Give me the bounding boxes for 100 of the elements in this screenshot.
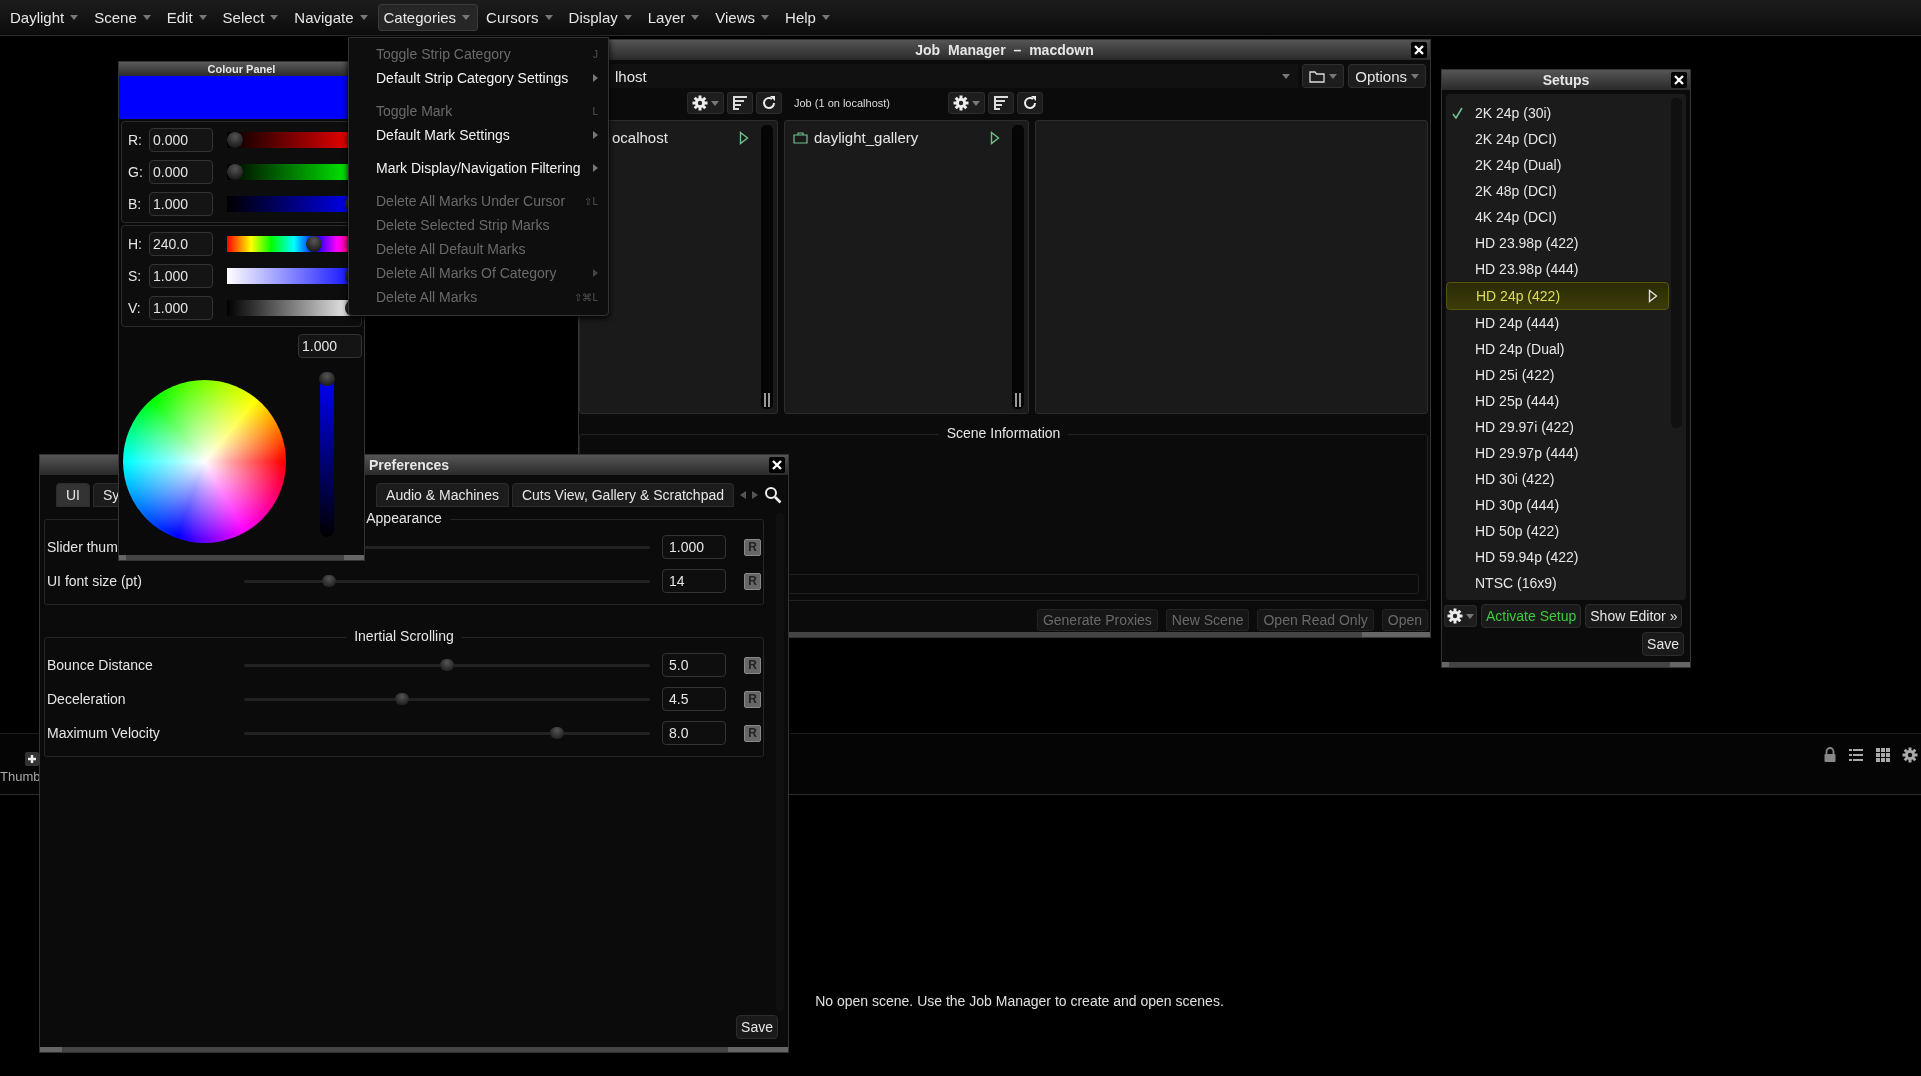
setup-item[interactable]: 4K 24p (DCI) [1446, 204, 1669, 230]
tab[interactable]: UI [56, 483, 90, 507]
value-field[interactable]: 0.000 [149, 160, 213, 184]
slider-knob[interactable] [395, 692, 410, 705]
gear-icon[interactable] [1447, 608, 1463, 624]
gear-icon[interactable] [692, 95, 708, 111]
menu-item[interactable]: Help [779, 4, 838, 31]
plus-icon[interactable] [25, 752, 39, 766]
close-icon[interactable] [1411, 42, 1427, 58]
slider-knob[interactable] [227, 164, 243, 180]
setup-item[interactable]: HD 29.97i (422) [1446, 414, 1669, 440]
value-field[interactable]: 1.000 [662, 535, 726, 559]
search-icon[interactable] [764, 486, 782, 504]
slider-knob[interactable] [319, 372, 335, 386]
caret-icon [691, 15, 700, 20]
play-arrow-icon[interactable] [1648, 289, 1658, 303]
value-field[interactable]: 1.000 [149, 264, 213, 288]
setup-item[interactable]: 2K 24p (DCI) [1446, 126, 1669, 152]
play-arrow-icon[interactable] [739, 130, 749, 145]
menu-item[interactable]: Display [562, 4, 640, 31]
menu-item[interactable]: Scene [88, 4, 159, 31]
setup-item[interactable]: HD 23.98p (422) [1446, 230, 1669, 256]
list-view-icon[interactable] [1848, 747, 1864, 763]
play-arrow-icon[interactable] [990, 130, 1000, 145]
close-icon[interactable] [1671, 72, 1687, 88]
setup-item[interactable]: HD 25i (422) [1446, 362, 1669, 388]
close-icon[interactable] [769, 457, 785, 473]
value-field[interactable]: 1.000 [298, 334, 362, 358]
setup-item[interactable]: 2K 48p (DCI) [1446, 178, 1669, 204]
menu-item[interactable]: Categories [377, 4, 479, 31]
menu-item[interactable]: Views [709, 4, 778, 31]
list-icon[interactable] [732, 95, 748, 111]
caret-icon [1466, 613, 1474, 619]
setup-item[interactable]: HD 23.98p (444) [1446, 256, 1669, 282]
setup-item[interactable]: NTSC (16x9) [1446, 570, 1669, 596]
menu-item[interactable]: Navigate [288, 4, 376, 31]
tab[interactable]: Audio & Machines [376, 483, 509, 507]
channel-label: H: [128, 236, 143, 252]
refresh-icon[interactable] [761, 95, 777, 111]
value-field[interactable]: 240.0 [149, 232, 213, 256]
browser-item[interactable]: daylight_gallery [785, 127, 1012, 148]
scrollbar[interactable] [1012, 125, 1024, 409]
slider-knob[interactable] [440, 658, 454, 671]
value-field[interactable]: 5.0 [662, 653, 726, 677]
menu-item[interactable]: Edit [160, 4, 215, 31]
caret-icon [270, 15, 279, 20]
options-button[interactable]: Options [1348, 64, 1426, 88]
scrollbar[interactable] [1442, 662, 1690, 667]
value-field[interactable]: 1.000 [149, 296, 213, 320]
menu-item[interactable]: Cursors [480, 4, 561, 31]
menu-item[interactable]: Daylight [4, 4, 87, 31]
gear-icon[interactable] [953, 95, 969, 111]
setup-item[interactable]: HD 50p (422) [1446, 518, 1669, 544]
list-icon[interactable] [993, 95, 1009, 111]
value-field[interactable]: 8.0 [662, 721, 726, 745]
value-field[interactable]: 1.000 [149, 192, 213, 216]
value-field[interactable]: 0.000 [149, 128, 213, 152]
tab[interactable]: Cuts View, Gallery & Scratchpad [511, 483, 734, 507]
save-button[interactable]: Save [736, 1015, 778, 1039]
setup-item[interactable]: HD 30i (422) [1446, 466, 1669, 492]
tab-label[interactable]: Thumb [0, 769, 41, 784]
menu-option[interactable]: Mark Display/Navigation Filtering [349, 156, 608, 180]
setup-item[interactable]: HD 24p (444) [1446, 310, 1669, 336]
grip-icon [764, 393, 770, 407]
folder-icon [1309, 69, 1326, 83]
scrollbar[interactable] [761, 125, 773, 409]
setup-item[interactable]: HD 25p (444) [1446, 388, 1669, 414]
grid-view-icon[interactable] [1875, 747, 1891, 763]
shortcut-label: L [592, 105, 598, 117]
slider-knob[interactable] [305, 236, 322, 252]
show-editor-button[interactable]: Show Editor » [1585, 604, 1683, 628]
caret-icon [462, 15, 471, 20]
value-field[interactable]: 4.5 [662, 687, 726, 711]
scrollbar[interactable] [40, 1047, 788, 1052]
caret-icon [821, 15, 830, 20]
value-field[interactable]: 14 [662, 569, 726, 593]
setting-label: Bounce Distance [46, 657, 154, 673]
caret-icon [198, 15, 207, 20]
caret-icon [359, 15, 368, 20]
menu-item[interactable]: Layer [641, 4, 708, 31]
slider-knob[interactable] [322, 574, 337, 587]
save-button[interactable]: Save [1642, 632, 1684, 656]
slider-knob[interactable] [227, 132, 243, 148]
lock-icon[interactable] [1823, 747, 1837, 763]
slider-knob[interactable] [549, 726, 564, 739]
setup-item[interactable]: 2K 24p (30i) [1446, 100, 1669, 126]
slider-track[interactable] [320, 372, 334, 537]
activate-setup-button[interactable]: Activate Setup [1481, 604, 1582, 628]
setup-item[interactable]: HD 29.97p (444) [1446, 440, 1669, 466]
scrollbar[interactable] [119, 555, 364, 560]
setup-item[interactable]: HD 59.94p (422) [1446, 544, 1669, 570]
refresh-icon[interactable] [1022, 95, 1038, 111]
setup-item[interactable]: HD 24p (422) [1446, 282, 1669, 310]
setup-item[interactable]: HD 24p (Dual) [1446, 336, 1669, 362]
menu-item[interactable]: Select [216, 4, 287, 31]
setup-item[interactable]: HD 30p (444) [1446, 492, 1669, 518]
folder-button[interactable] [1302, 64, 1345, 88]
setting-label: Slider thum [46, 539, 119, 555]
settings-icon[interactable] [1902, 747, 1918, 763]
setup-item[interactable]: 2K 24p (Dual) [1446, 152, 1669, 178]
